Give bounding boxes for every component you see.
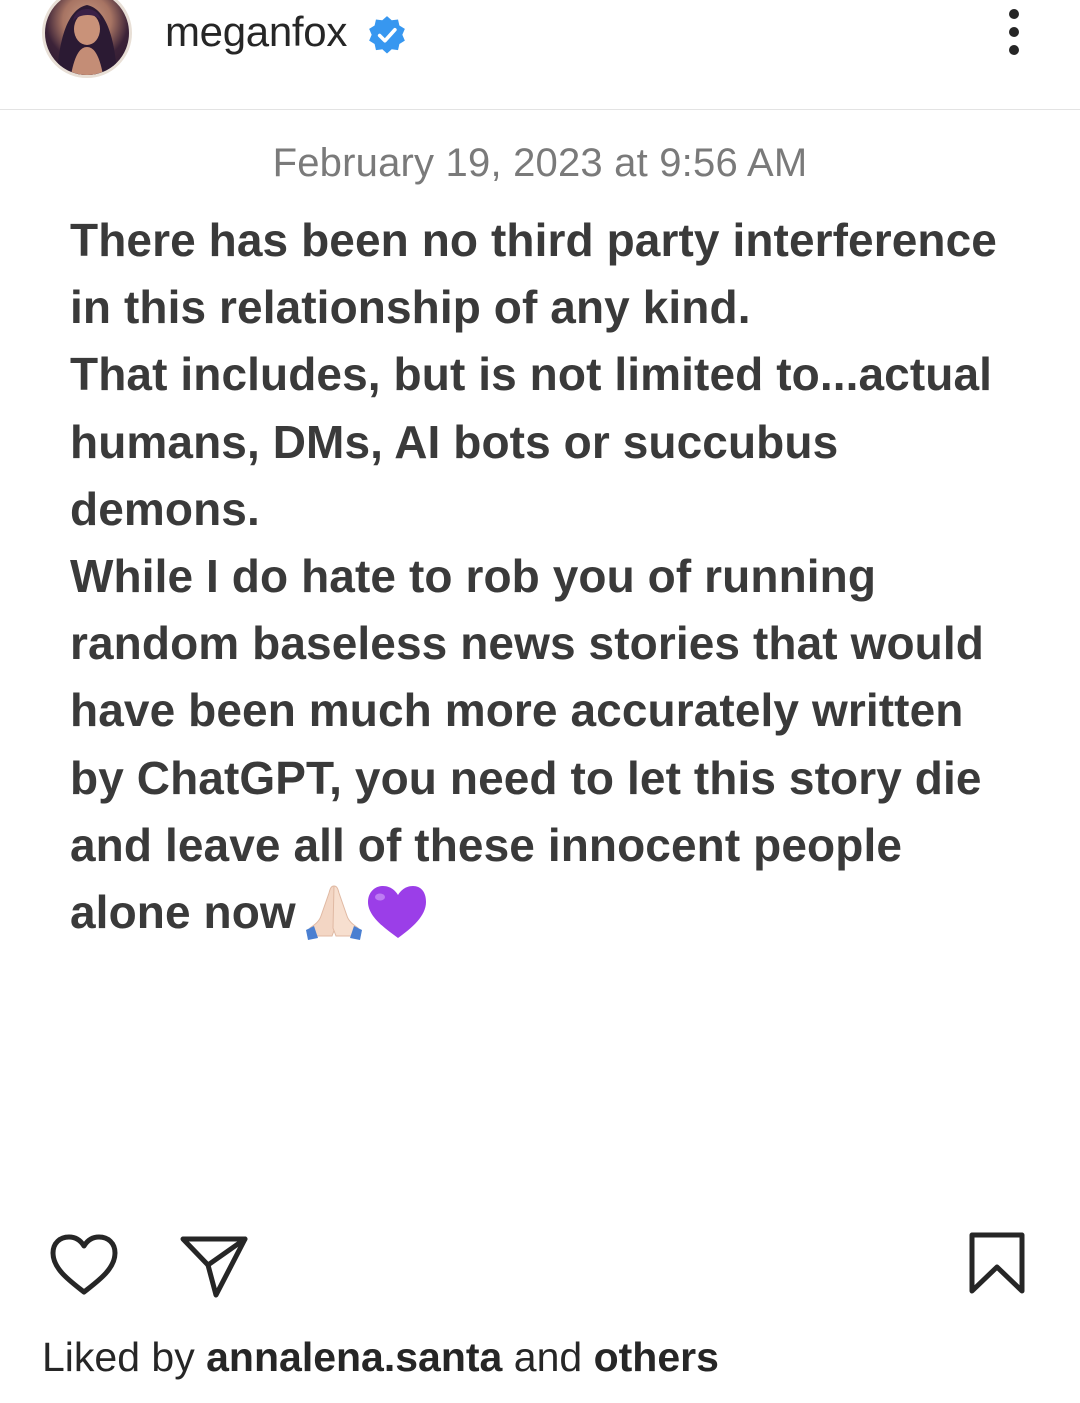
post-action-bar	[0, 1225, 1080, 1305]
post-text-line: by ChatGPT, you need to let this story d…	[70, 751, 982, 804]
post-text-line: alone now	[70, 886, 296, 939]
post-text-line: humans, DMs, AI bots or succubus	[70, 415, 839, 468]
post-text-line: in this relationship of any kind.	[70, 281, 751, 334]
post-text-line: random baseless news stories that would	[70, 617, 984, 670]
emoji-group	[304, 880, 426, 958]
likes-summary: Liked by annalena.santa and others	[42, 1334, 719, 1381]
likes-others-link[interactable]: others	[594, 1334, 719, 1380]
post-text: There has been no third party interferen…	[70, 207, 1030, 958]
send-icon[interactable]	[178, 1233, 250, 1299]
folded-hands-emoji	[305, 885, 362, 941]
liked-by-user-link[interactable]: annalena.santa	[206, 1334, 502, 1380]
likes-connector: and	[513, 1334, 583, 1380]
username[interactable]: meganfox	[165, 8, 347, 56]
purple-heart-emoji	[367, 886, 426, 939]
post-timestamp: February 19, 2023 at 9:56 AM	[272, 141, 808, 185]
bookmark-icon[interactable]	[966, 1231, 1028, 1297]
likes-prefix: Liked by	[42, 1334, 195, 1380]
post-text-line: have been much more accurately written	[70, 684, 964, 737]
more-options-icon[interactable]	[994, 8, 1034, 60]
post-text-line: There has been no third party interferen…	[70, 214, 997, 266]
profile-avatar[interactable]	[42, 0, 132, 78]
post-text-line: That includes, but is not limited to...a…	[70, 348, 993, 401]
verified-badge-icon	[369, 16, 405, 54]
post-text-line: and leave all of these innocent people	[70, 818, 903, 871]
post-text-line-last: alone now	[70, 879, 1030, 958]
post-header: meganfox	[0, 0, 1080, 110]
folded-hands-and-purple-heart-emoji	[305, 885, 426, 941]
heart-icon[interactable]	[48, 1233, 120, 1297]
post-text-line: While I do hate to rob you of running	[70, 550, 877, 603]
post-text-line: demons.	[70, 482, 260, 535]
post-content: February 19, 2023 at 9:56 AM There has b…	[0, 111, 1080, 1211]
avatar-image	[57, 5, 117, 75]
